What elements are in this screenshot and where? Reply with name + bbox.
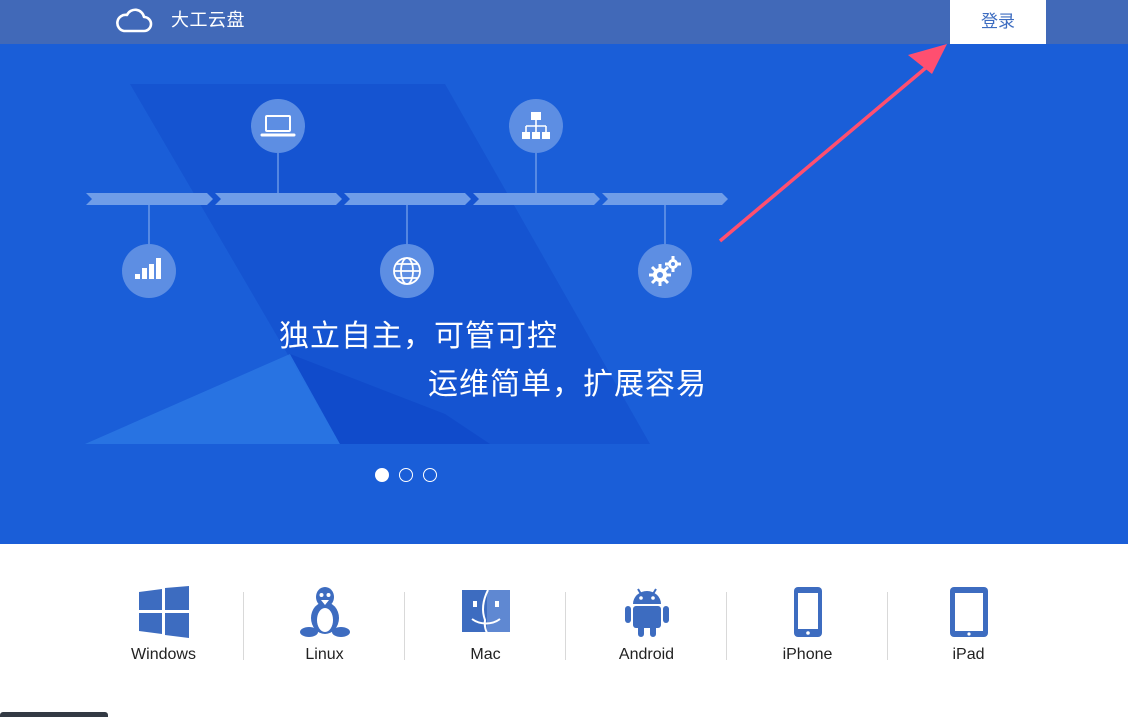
bottom-taskbar-edge	[0, 712, 108, 717]
cloud-icon	[116, 8, 153, 33]
divider	[887, 592, 888, 660]
platform-android[interactable]: Android	[566, 578, 727, 678]
android-icon	[624, 588, 669, 637]
windows-icon	[138, 586, 189, 638]
linux-icon	[299, 587, 350, 637]
carousel-dot-1[interactable]	[375, 468, 389, 482]
iphone-icon	[793, 587, 822, 637]
platform-mac[interactable]: Mac	[405, 578, 566, 678]
platform-label: iPad	[952, 646, 985, 663]
carousel-dots	[375, 468, 437, 482]
platform-label: Mac	[470, 646, 501, 663]
platform-label: Windows	[131, 646, 196, 663]
platform-label: iPhone	[782, 646, 833, 663]
mac-icon	[461, 589, 510, 635]
carousel-dot-2[interactable]	[399, 468, 413, 482]
divider	[243, 592, 244, 660]
slogan-line-1: 独立自主，可管可控	[279, 319, 558, 354]
hero-illustration	[85, 44, 947, 444]
platform-label: Android	[618, 646, 675, 663]
ipad-icon	[949, 587, 988, 637]
slogan-line-2: 运维简单，扩展容易	[428, 367, 707, 402]
login-button[interactable]: 登录	[950, 0, 1046, 44]
carousel-dot-3[interactable]	[423, 468, 437, 482]
platform-linux[interactable]: Linux	[244, 578, 405, 678]
annotation-arrow	[718, 44, 947, 243]
divider	[565, 592, 566, 660]
platform-ipad[interactable]: iPad	[888, 578, 1049, 678]
divider	[726, 592, 727, 660]
platform-label: Linux	[305, 646, 344, 663]
top-bar: 大工云盘 登录	[0, 0, 1128, 44]
platform-iphone[interactable]: iPhone	[727, 578, 888, 678]
platform-windows[interactable]: Windows	[83, 578, 244, 678]
brand-title: 大工云盘	[171, 10, 245, 31]
hero-banner: 独立自主，可管可控 运维简单，扩展容易	[0, 44, 1128, 544]
divider	[404, 592, 405, 660]
platform-downloads: Windows Linux Mac Android iPhone iPad	[83, 578, 1049, 678]
